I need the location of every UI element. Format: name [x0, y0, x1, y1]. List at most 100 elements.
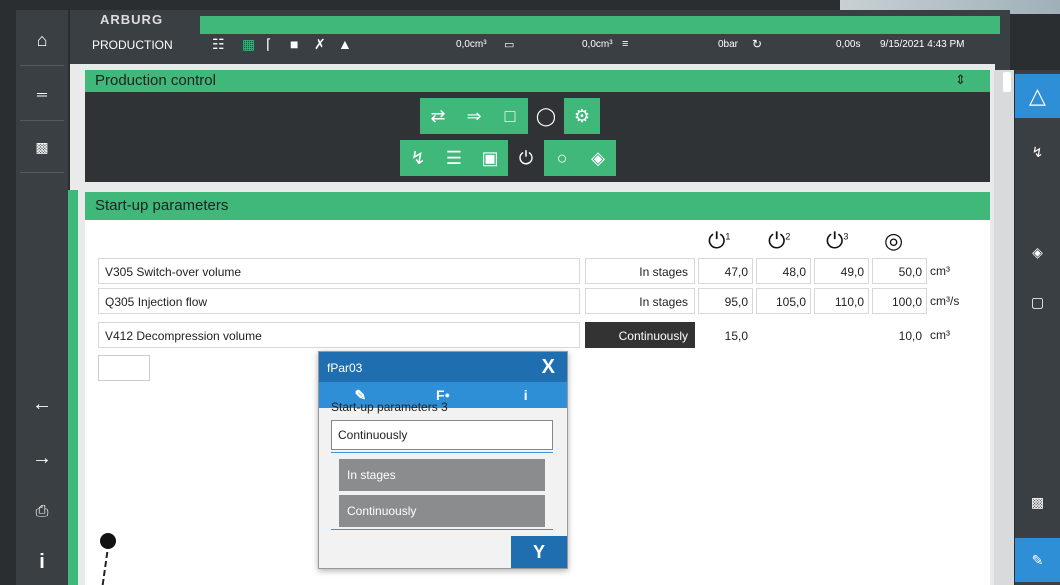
ejector-icon: ⇒ [466, 105, 482, 126]
param-value-1[interactable]: 15,0 [698, 322, 753, 348]
machine-icon: ▩ [35, 138, 49, 155]
menu-icon: ═ [37, 86, 47, 102]
monitor-icon: ▩ [1030, 493, 1045, 510]
close-button[interactable]: X [542, 356, 555, 379]
clean-icon: ◈ [591, 147, 605, 168]
parameter-dialog: fPar03 X ✎ F ● i Start-up parameters 3 Co… [318, 351, 568, 569]
param-value-1[interactable]: 47,0 [698, 258, 753, 284]
shutdown-button[interactable]: ○ [544, 140, 580, 176]
startup-button[interactable]: ⏻ [508, 140, 544, 176]
right-toolbar: △ ↯ ◈ ▢ ▩ ✎ [1015, 70, 1060, 585]
production-control-title: Production control [85, 70, 990, 92]
home-button[interactable]: ⌂ [16, 18, 68, 62]
edit-icon: ✎ [1031, 551, 1044, 568]
option-in-stages[interactable]: In stages [339, 459, 545, 491]
globe-icon[interactable]: ☷ [212, 36, 225, 53]
quick-function-4[interactable]: ▩ [1015, 480, 1060, 524]
param-mode[interactable]: In stages [585, 288, 695, 314]
quick-function-2[interactable]: ◈ [1015, 230, 1060, 274]
clean-button[interactable]: ◈ [580, 140, 616, 176]
manual-button[interactable]: ◯ [528, 98, 564, 134]
param-value-final[interactable]: 10,0 [872, 322, 927, 348]
empty-field[interactable] [98, 355, 150, 381]
injection-icon: ▭ [504, 39, 515, 51]
tool-icon[interactable]: ✗ [314, 36, 326, 53]
clean-icon: ◈ [1032, 243, 1043, 260]
stage-1-icon: ⏻1 [708, 228, 731, 253]
pressure-readout: 0bar [718, 39, 739, 50]
param-mode[interactable]: In stages [585, 258, 695, 284]
purge-icon: ↯ [410, 147, 426, 168]
section-accent [68, 190, 78, 585]
volume-readout-2: 0,0cm³ [582, 39, 613, 50]
param-unit: cm³/s [930, 294, 960, 308]
production-icon[interactable]: ▦ [242, 36, 255, 53]
datetime: 9/15/2021 4:43 PM [880, 39, 965, 50]
collapse-icon[interactable]: ⇕ [955, 72, 966, 88]
divider [20, 172, 64, 173]
purge-icon: ↯ [1031, 143, 1044, 160]
purge-button[interactable]: ↯ [400, 140, 436, 176]
quick-function-3[interactable]: ▢ [1015, 280, 1060, 324]
param-value-2[interactable]: 48,0 [756, 258, 811, 284]
print-button[interactable]: ⎙ [16, 490, 68, 534]
back-button[interactable]: ← [16, 382, 68, 426]
info-button[interactable]: i [16, 540, 68, 584]
triangle-icon: △ [1029, 83, 1046, 108]
divider [20, 120, 64, 121]
mold-move-icon: ⇄ [430, 105, 446, 126]
screen: ⌂ ═ ▩ ← → ⎙ i ARBURG PRODUCTION ☷ ▦ ⌈ ■ … [0, 0, 1060, 585]
menu-button[interactable]: ═ [16, 72, 68, 116]
alarm-button[interactable]: △ [1015, 74, 1060, 118]
dosing-icon: ≡ [622, 38, 629, 50]
param-unit: cm³ [930, 264, 950, 278]
arrow-right-icon: → [32, 446, 52, 469]
forward-button[interactable]: → [16, 436, 68, 480]
hopper-icon[interactable]: ▲ [338, 36, 352, 52]
param-value-final[interactable]: 50,0 [872, 258, 927, 284]
dialog-subtitle: Start-up parameters 3 [331, 400, 448, 414]
param-value-final[interactable]: 100,0 [872, 288, 927, 314]
nozzle-icon[interactable]: ■ [290, 36, 298, 52]
screw-button[interactable]: ☰ [436, 140, 472, 176]
left-navigation: ⌂ ═ ▩ ← → ⎙ i [16, 10, 68, 585]
scrollbar-thumb[interactable] [1003, 72, 1011, 92]
param-unit: cm³ [930, 328, 950, 342]
startup-parameters-title: Start-up parameters [85, 192, 990, 220]
param-value-3[interactable]: 49,0 [814, 258, 869, 284]
confirm-button[interactable]: Y [511, 536, 567, 568]
pointer-dot [100, 533, 116, 549]
value-field[interactable]: Continuously [331, 420, 553, 450]
param-value-2[interactable]: 105,0 [756, 288, 811, 314]
automatic-button[interactable]: ⚙ [564, 98, 600, 134]
quick-function-1[interactable]: ↯ [1015, 130, 1060, 174]
setup-button[interactable]: □ [492, 98, 528, 134]
param-value-3[interactable]: 110,0 [814, 288, 869, 314]
divider [20, 65, 64, 66]
nozzle-icon: ▢ [1030, 293, 1045, 310]
option-list: In stages Continuously [331, 452, 553, 530]
param-value-1[interactable]: 95,0 [698, 288, 753, 314]
option-continuously[interactable]: Continuously [339, 495, 545, 527]
tab-info[interactable]: i [484, 382, 567, 408]
machine-button[interactable]: ▩ [16, 125, 68, 169]
gear-icon: ⚙ [573, 105, 591, 126]
heating-button[interactable]: ▣ [472, 140, 508, 176]
header-accent [200, 16, 1000, 34]
logo: ARBURG [100, 12, 164, 27]
volume-readout: 0,0cm³ [456, 39, 487, 50]
ejector-button[interactable]: ⇒ [456, 98, 492, 134]
mode-label: PRODUCTION [92, 38, 173, 52]
cycle-icon: ↻ [752, 37, 763, 51]
continuous-icon: ◎ [884, 228, 904, 253]
param-mode[interactable]: Continuously [585, 322, 695, 348]
print-icon: ⎙ [35, 503, 49, 520]
param-label: V305 Switch-over volume [98, 258, 580, 284]
info-icon: i [39, 550, 45, 573]
mold-move-button[interactable]: ⇄ [420, 98, 456, 134]
scrollbar[interactable] [994, 70, 1014, 585]
quick-function-5[interactable]: ✎ [1015, 538, 1060, 582]
stage-2-icon: ⏻2 [768, 228, 791, 253]
heating-icon: ▣ [481, 147, 499, 168]
robot-icon[interactable]: ⌈ [266, 36, 271, 53]
